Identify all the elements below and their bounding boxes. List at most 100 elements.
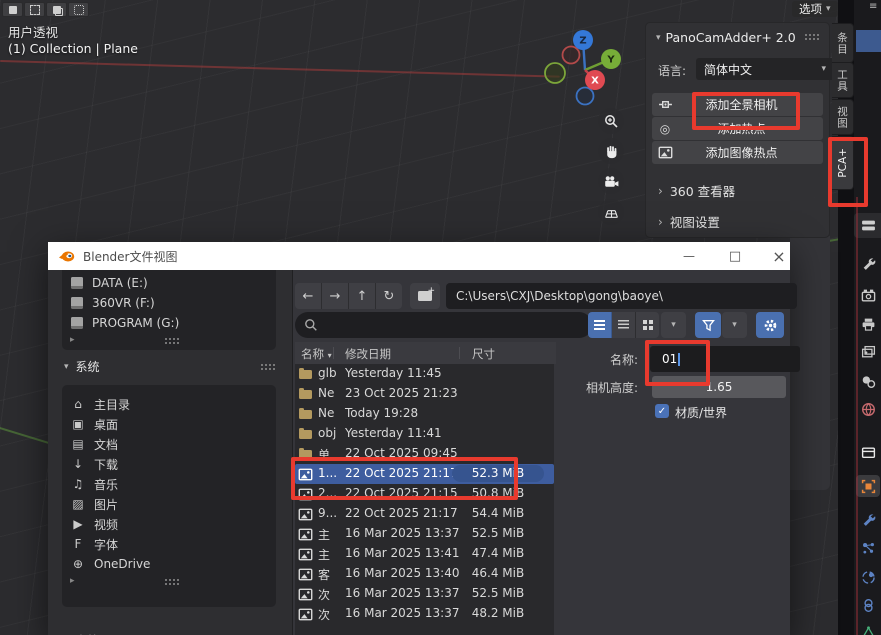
language-dropdown[interactable]: 简体中文 ▾ — [696, 58, 834, 80]
column-date[interactable]: 修改日期 — [345, 346, 391, 362]
display-horizontal-list-button[interactable] — [612, 312, 636, 338]
settings-button[interactable] — [756, 312, 784, 338]
scene-icon[interactable] — [860, 373, 876, 389]
file-date: 23 Oct 2025 21:23 — [345, 386, 458, 400]
view-gizmo[interactable]: Z Y X — [540, 28, 630, 108]
file-row[interactable]: objYesterday 11:41 — [295, 424, 554, 444]
file-row[interactable]: 客16 Mar 2025 13:4046.4 MiB — [295, 564, 554, 584]
sidebar-item-字体[interactable]: F字体 — [62, 534, 276, 554]
display-vertical-list-button[interactable] — [588, 312, 612, 338]
file-row[interactable]: glbYesterday 11:45 — [295, 364, 554, 384]
display-options-dropdown[interactable]: ▾ — [661, 312, 686, 338]
sidebar-item-OneDrive[interactable]: ⊕OneDrive — [62, 554, 276, 574]
options-dropdown[interactable]: 选项 ▾ — [792, 1, 838, 17]
tab-工具[interactable]: 工具 — [832, 62, 854, 98]
drag-handle[interactable] — [260, 363, 275, 370]
close-button[interactable]: × — [762, 242, 796, 270]
minimize-button[interactable]: — — [672, 242, 706, 270]
editor-type-icon[interactable] — [860, 217, 876, 233]
tab-条目[interactable]: 条目 — [832, 23, 854, 63]
system-section-header[interactable]: ▾ 系统 — [64, 358, 100, 375]
tab-视图[interactable]: 视图 — [832, 99, 854, 135]
tool-icon[interactable] — [860, 255, 876, 271]
drag-handle[interactable] — [164, 578, 179, 585]
column-divider[interactable] — [333, 347, 334, 359]
render-icon[interactable] — [860, 287, 876, 303]
select-mode-box-button[interactable] — [24, 2, 45, 17]
file-row[interactable]: 主16 Mar 2025 13:3752.5 MiB — [295, 524, 554, 544]
gizmo-neg-z[interactable] — [577, 88, 594, 105]
file-row[interactable]: Ne23 Oct 2025 21:23 — [295, 384, 554, 404]
create-folder-button[interactable]: + — [410, 283, 440, 309]
material-world-checkbox[interactable]: ✓ — [655, 404, 669, 418]
display-thumbnails-button[interactable] — [636, 312, 659, 338]
search-input[interactable] — [295, 312, 592, 338]
object-data-icon[interactable] — [860, 624, 876, 635]
camera-view-button[interactable] — [598, 168, 624, 194]
file-date: 16 Mar 2025 13:37 — [345, 606, 459, 620]
path-field[interactable]: C:\Users\CXJ\Desktop\gong\baoye\ — [446, 283, 797, 309]
up-button[interactable]: ↑ — [349, 283, 376, 309]
video-icon: ▶ — [71, 517, 85, 531]
blender-logo-icon — [58, 250, 75, 262]
filter-toggle-button[interactable] — [695, 312, 721, 338]
select-mode-tweak-button[interactable] — [2, 2, 23, 17]
filter-options-dropdown[interactable]: ▾ — [722, 312, 747, 338]
添加图像热点-button[interactable]: 添加图像热点 — [652, 141, 823, 164]
sidebar-item-主目录[interactable]: ⌂主目录 — [62, 394, 276, 414]
volume-item[interactable]: PROGRAM (G:) — [62, 313, 276, 333]
file-name: 主 — [318, 546, 343, 563]
dialog-titlebar[interactable]: Blender文件视图 — □ × — [48, 242, 790, 270]
select-mode-lasso-button[interactable] — [68, 2, 89, 17]
object-icon[interactable] — [860, 478, 876, 494]
collection-icon[interactable] — [860, 444, 876, 460]
maximize-button[interactable]: □ — [718, 242, 752, 270]
gizmo-neg-y[interactable] — [545, 63, 565, 83]
sidebar-item-下载[interactable]: ↓下载 — [62, 454, 276, 474]
gizmo-neg-x[interactable] — [563, 47, 580, 64]
drag-handle[interactable] — [164, 337, 179, 344]
file-row[interactable]: 次16 Mar 2025 13:3752.5 MiB — [295, 584, 554, 604]
file-row[interactable]: 次16 Mar 2025 13:3748.2 MiB — [295, 604, 554, 624]
sidebar-item-桌面[interactable]: ▣桌面 — [62, 414, 276, 434]
outliner-selected-row[interactable] — [856, 30, 881, 52]
gizmo-z-label: Z — [579, 36, 586, 47]
section-视图设置[interactable]: ›视图设置 — [658, 212, 735, 231]
refresh-button[interactable]: ↻ — [376, 283, 402, 309]
sidebar-item-音乐[interactable]: ♫音乐 — [62, 474, 276, 494]
file-row[interactable]: 9...22 Oct 2025 21:1754.4 MiB — [295, 504, 554, 524]
back-button[interactable]: ← — [295, 283, 322, 309]
modifier-icon[interactable] — [860, 511, 876, 527]
file-date: Yesterday 11:41 — [345, 426, 442, 440]
file-row[interactable]: 主16 Mar 2025 13:4147.4 MiB — [295, 544, 554, 564]
file-row[interactable]: NeToday 19:28 — [295, 404, 554, 424]
column-name[interactable]: 名称 ▾ — [301, 346, 332, 362]
forward-button[interactable]: → — [322, 283, 349, 309]
drag-handle[interactable] — [804, 33, 819, 40]
physics-icon[interactable] — [860, 569, 876, 585]
sidebar-item-图片[interactable]: ▨图片 — [62, 494, 276, 514]
menu-icon[interactable]: ≡ — [869, 1, 877, 12]
view-layer-icon[interactable] — [860, 344, 876, 360]
output-icon[interactable] — [860, 316, 876, 332]
language-label: 语言: — [658, 62, 686, 79]
particles-icon[interactable] — [860, 540, 876, 556]
collapse-caret-icon[interactable]: ▾ — [656, 33, 661, 43]
expand-arrow-icon[interactable]: ▸ — [70, 576, 75, 586]
volume-item[interactable]: DATA (E:) — [62, 273, 276, 293]
constraints-icon[interactable] — [860, 597, 876, 613]
file-size: 47.4 MiB — [452, 546, 544, 560]
sidebar-item-视频[interactable]: ▶视频 — [62, 514, 276, 534]
world-icon[interactable] — [860, 401, 876, 417]
volume-item[interactable]: 360VR (F:) — [62, 293, 276, 313]
pan-tool-button[interactable] — [598, 138, 624, 164]
column-divider[interactable] — [459, 347, 460, 359]
column-size[interactable]: 尺寸 — [472, 346, 495, 362]
sidebar-item-文档[interactable]: ▤文档 — [62, 434, 276, 454]
ortho-grid-button[interactable] — [598, 199, 624, 225]
select-mode-circle-button[interactable] — [46, 2, 67, 17]
section-360 查看器[interactable]: ›360 查看器 — [658, 181, 735, 200]
zoom-tool-button[interactable] — [598, 108, 624, 134]
collapse-caret-icon: ▾ — [64, 362, 69, 372]
expand-arrow-icon[interactable]: ▸ — [70, 335, 75, 345]
